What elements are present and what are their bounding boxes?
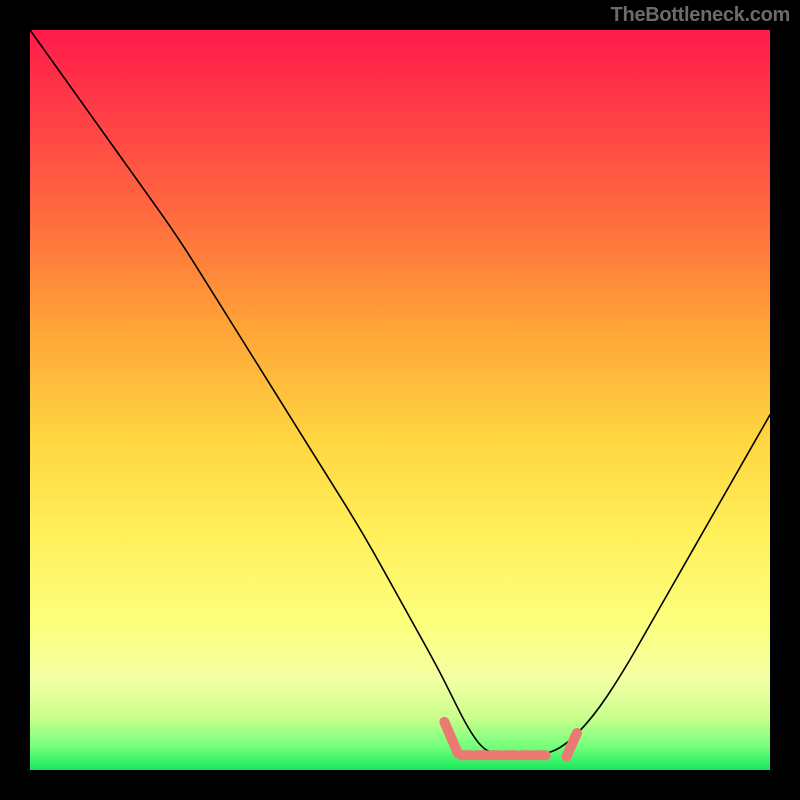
optimal-right-tick	[567, 733, 577, 757]
optimal-left-tick	[444, 722, 457, 753]
plot-area	[30, 30, 770, 770]
curve-layer	[30, 30, 770, 770]
attribution-label: TheBottleneck.com	[611, 4, 790, 27]
optimal-range-marker	[444, 722, 576, 757]
bottleneck-curve	[30, 30, 770, 759]
chart-frame: TheBottleneck.com	[0, 0, 800, 800]
